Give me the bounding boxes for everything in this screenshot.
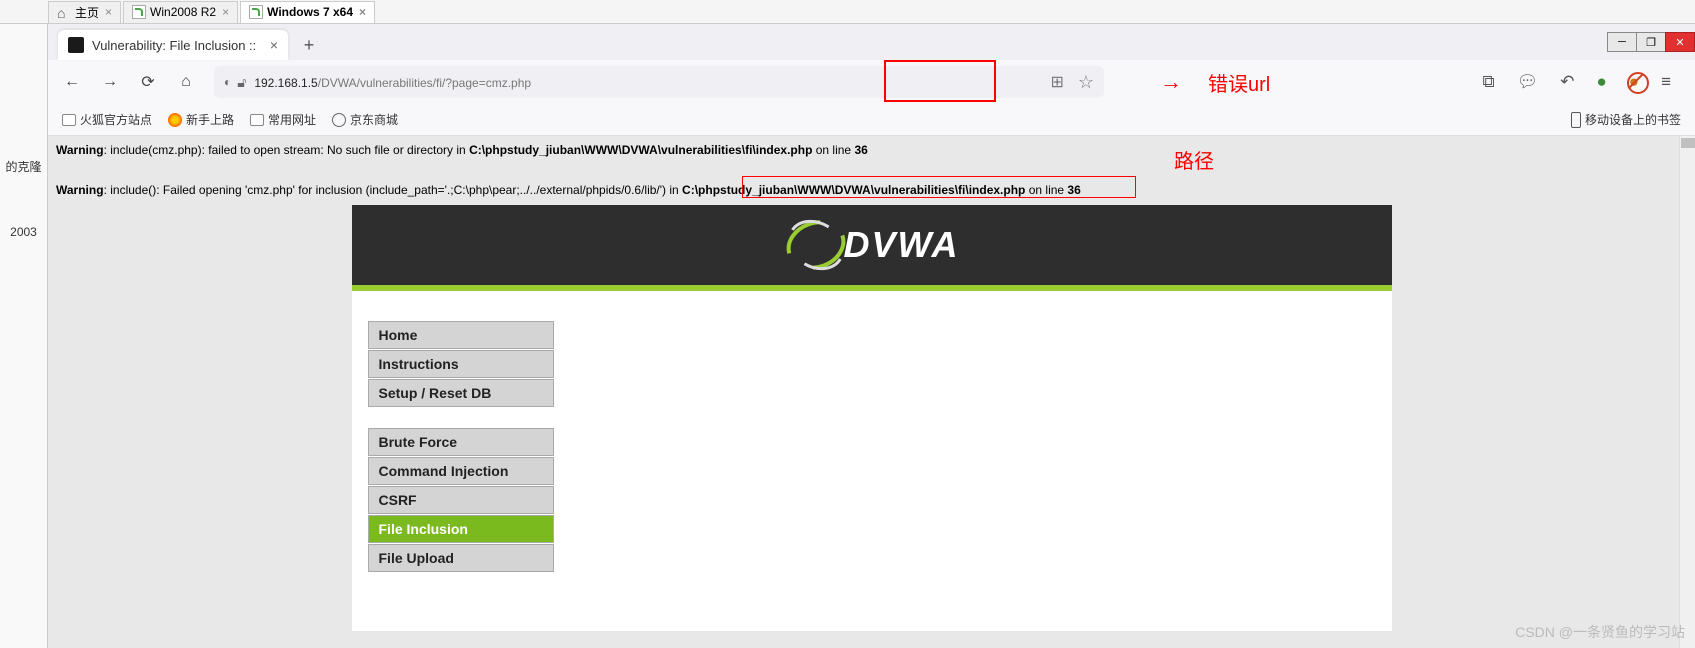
menu-instructions[interactable]: Instructions: [368, 350, 554, 378]
close-icon[interactable]: ×: [222, 5, 229, 19]
menu-file-upload[interactable]: File Upload: [368, 544, 554, 572]
bookmark-common[interactable]: 常用网址: [250, 111, 316, 128]
browser-tabs: Vulnerability: File Inclusion :: × +: [48, 24, 1695, 60]
favicon: [68, 37, 84, 53]
scroll-thumb[interactable]: [1681, 138, 1695, 148]
menu-home[interactable]: Home: [368, 321, 554, 349]
page-content: Warning: include(cmz.php): failed to ope…: [48, 136, 1695, 648]
extension-blocked-icon[interactable]: ●: [1629, 72, 1639, 92]
toolbar-right: ⧉ 💬︎ ↶ ● ● ≡: [1483, 72, 1671, 92]
folder-icon: [250, 114, 264, 126]
undo-icon[interactable]: ↶: [1560, 72, 1574, 92]
reload-button[interactable]: ⟳: [138, 72, 158, 92]
bookmark-star-icon[interactable]: ☆: [1078, 72, 1094, 93]
url-text: 192.168.1.5/DVWA/vulnerabilities/fi/?pag…: [254, 74, 531, 91]
globe-icon: [332, 113, 346, 127]
bookmark-label: 新手上路: [186, 111, 234, 128]
menu-brute-force[interactable]: Brute Force: [368, 428, 554, 456]
vm-tab-win2008[interactable]: Win2008 R2 ×: [123, 1, 238, 23]
tab-title: Vulnerability: File Inclusion ::: [92, 38, 262, 53]
menu-csrf[interactable]: CSRF: [368, 486, 554, 514]
annotation-box-url: [884, 60, 996, 102]
browser-window: ─ ❐ ✕ Vulnerability: File Inclusion :: ×…: [48, 24, 1695, 648]
shield-icon[interactable]: ◐: [224, 75, 231, 89]
browser-toolbar: ← → ⟳ ⌂ ◐ 🔓︎ 192.168.1.5/DVWA/vulnerabil…: [48, 60, 1695, 104]
php-warning-1: Warning: include(cmz.php): failed to ope…: [48, 136, 1695, 164]
dvwa-body: Home Instructions Setup / Reset DB Brute…: [352, 291, 1392, 631]
tab-close-icon[interactable]: ×: [270, 37, 278, 53]
annotation-path-label: 路径: [1174, 145, 1214, 174]
vm-tab-label: Windows 7 x64: [267, 5, 353, 19]
dvwa-header: DVWA: [352, 205, 1392, 291]
back-button[interactable]: ←: [62, 72, 82, 92]
sidebar-text: 的克隆: [0, 158, 47, 175]
qr-icon[interactable]: ⊞: [1050, 72, 1063, 92]
vm-tab-home[interactable]: 主页 ×: [48, 1, 121, 23]
window-controls: ─ ❐ ✕: [1608, 32, 1695, 52]
address-bar[interactable]: ◐ 🔓︎ 192.168.1.5/DVWA/vulnerabilities/fi…: [214, 66, 1104, 98]
vm-tab-win7[interactable]: Windows 7 x64 ×: [240, 1, 375, 23]
menu-command-injection[interactable]: Command Injection: [368, 457, 554, 485]
close-icon[interactable]: ×: [359, 5, 366, 19]
home-button[interactable]: ⌂: [176, 72, 196, 92]
home-icon: [57, 5, 71, 19]
left-sidebar-slice: 的克隆 2003: [0, 24, 48, 648]
scrollbar[interactable]: [1679, 136, 1695, 648]
vm-icon: [132, 5, 146, 19]
dvwa-logo: DVWA: [784, 218, 960, 272]
browser-tab[interactable]: Vulnerability: File Inclusion :: ×: [58, 30, 288, 60]
vm-tab-bar: 主页 × Win2008 R2 × Windows 7 x64 ×: [0, 0, 1695, 24]
maximize-button[interactable]: ❐: [1636, 32, 1666, 52]
lock-insecure-icon[interactable]: 🔓︎: [237, 74, 246, 91]
bookmark-firefox[interactable]: 火狐官方站点: [62, 111, 152, 128]
close-icon[interactable]: ×: [105, 5, 112, 19]
dvwa-container: DVWA Home Instructions Setup / Reset DB …: [352, 205, 1392, 631]
annotation-arrow: →: [1160, 69, 1182, 95]
annotation-box-path: [742, 176, 1136, 198]
new-tab-button[interactable]: +: [294, 30, 324, 60]
vm-icon: [249, 5, 263, 19]
bookmark-jd[interactable]: 京东商城: [332, 111, 398, 128]
crop-icon[interactable]: ⧉: [1483, 72, 1495, 92]
forward-button[interactable]: →: [100, 72, 120, 92]
menu-setup[interactable]: Setup / Reset DB: [368, 379, 554, 407]
minimize-button[interactable]: ─: [1607, 32, 1637, 52]
vm-tab-label: 主页: [75, 4, 99, 21]
chat-icon[interactable]: 💬︎: [1517, 72, 1539, 92]
dvwa-sidebar: Home Instructions Setup / Reset DB Brute…: [368, 321, 554, 572]
vm-tab-label: Win2008 R2: [150, 5, 216, 19]
close-button[interactable]: ✕: [1665, 32, 1695, 52]
bookmarks-bar: 火狐官方站点 新手上路 常用网址 京东商城 移动设备上的书签: [48, 104, 1695, 136]
menu-file-inclusion[interactable]: File Inclusion: [368, 515, 554, 543]
menu-icon[interactable]: ≡: [1661, 72, 1671, 92]
mobile-icon: [1571, 112, 1581, 128]
bookmark-label: 移动设备上的书签: [1585, 111, 1681, 128]
extension-green-icon[interactable]: ●: [1597, 72, 1607, 92]
sidebar-text: 2003: [0, 225, 47, 239]
firefox-icon: [168, 113, 182, 127]
bookmark-label: 常用网址: [268, 111, 316, 128]
watermark: CSDN @一条贤鱼的学习站: [1515, 622, 1685, 642]
bookmark-newbie[interactable]: 新手上路: [168, 111, 234, 128]
bookmark-mobile[interactable]: 移动设备上的书签: [1571, 111, 1681, 128]
bookmark-label: 京东商城: [350, 111, 398, 128]
folder-icon: [62, 114, 76, 126]
logo-text: DVWA: [844, 224, 960, 266]
annotation-error-label: 错误url: [1208, 68, 1270, 97]
bookmark-label: 火狐官方站点: [80, 111, 152, 128]
